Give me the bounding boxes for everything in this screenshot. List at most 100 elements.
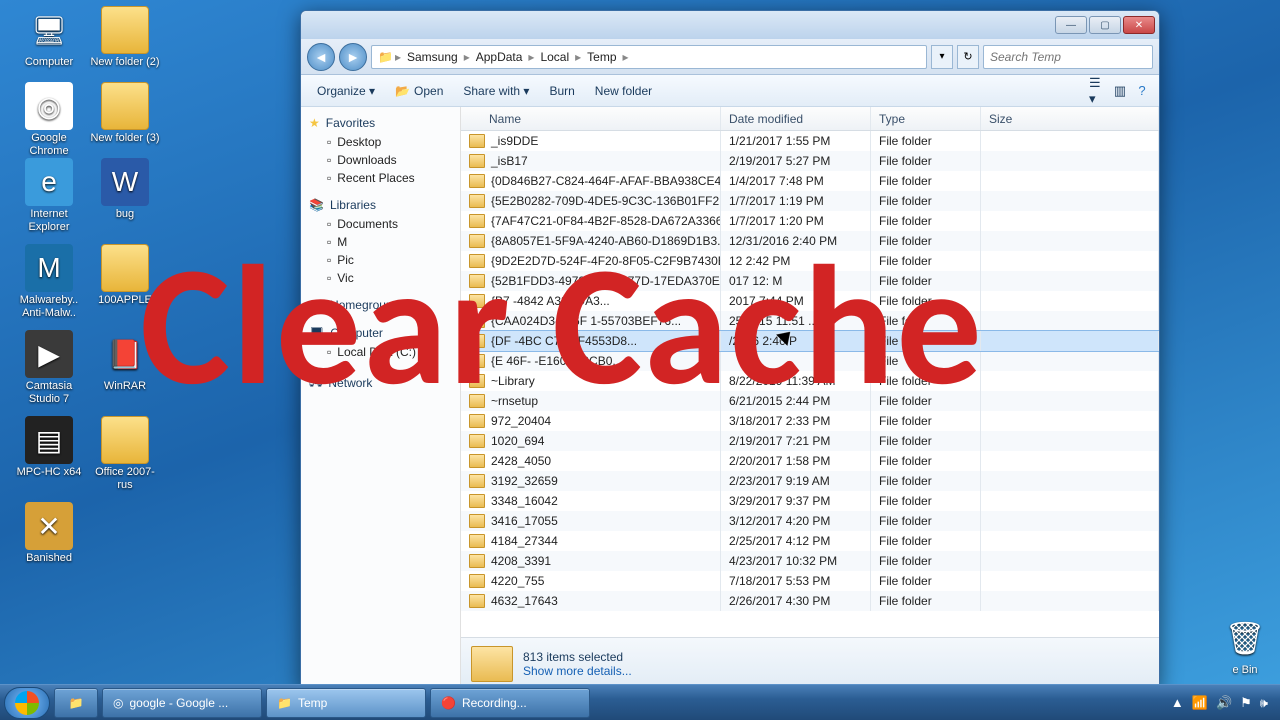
forward-button[interactable]: ► (339, 43, 367, 71)
search-input[interactable] (983, 45, 1153, 69)
file-row[interactable]: 3416_170553/12/2017 4:20 PMFile folder (461, 511, 1159, 531)
desktop-icon[interactable]: ▶Camtasia Studio 7 (14, 330, 84, 406)
file-row[interactable]: 1020_6942/19/2017 7:21 PMFile folder (461, 431, 1159, 451)
maximize-button[interactable]: ▢ (1089, 16, 1121, 34)
file-row[interactable]: 4632_176432/26/2017 4:30 PMFile folder (461, 591, 1159, 611)
tray-icon[interactable]: 📶 (1192, 695, 1208, 711)
network-header[interactable]: 🖧Network (301, 369, 460, 396)
breadcrumb-item[interactable]: AppData (472, 50, 527, 64)
file-row[interactable]: 4220_7557/18/2017 5:53 PMFile folder (461, 571, 1159, 591)
file-type: File folder (871, 591, 981, 611)
file-row[interactable]: {E 46F- -E160EE0CB0...File (461, 351, 1159, 371)
col-name[interactable]: Name (461, 107, 721, 130)
col-type[interactable]: Type (871, 107, 981, 130)
breadcrumb-item[interactable]: Samsung (403, 50, 462, 64)
nav-item[interactable]: ▫Pic (301, 251, 460, 269)
homegroup-header[interactable]: 👥Homegroup (301, 295, 460, 315)
computer-header[interactable]: 🖥Computer (301, 323, 460, 343)
breadcrumb-item[interactable]: Temp (583, 50, 620, 64)
file-row[interactable]: 972_204043/18/2017 2:33 PMFile folder (461, 411, 1159, 431)
preview-pane-icon[interactable]: ▥ (1111, 82, 1129, 100)
nav-item[interactable]: ▫Downloads (301, 151, 460, 169)
back-button[interactable]: ◄ (307, 43, 335, 71)
nav-item[interactable]: ▫Local Disk (C:) (301, 343, 460, 361)
desktop-icon[interactable]: ◎Google Chrome (14, 82, 84, 158)
nav-item[interactable]: ▫Desktop (301, 133, 460, 151)
taskbar-item[interactable]: 🔴Recording... (430, 688, 590, 718)
open-button[interactable]: 📂Open (387, 81, 451, 101)
file-row[interactable]: {8A8057E1-5F9A-4240-AB60-D1869D1B3...12/… (461, 231, 1159, 251)
file-type: File folder (871, 511, 981, 531)
taskbar: 📁 ◎google - Google ...📁Temp🔴Recording...… (0, 684, 1280, 720)
file-row[interactable]: {DF -4BC C7-00F4553D8.../2016 2:46 PFile… (461, 331, 1159, 351)
view-options-icon[interactable]: ☰ ▾ (1089, 82, 1107, 100)
organize-button[interactable]: Organize ▾ (309, 81, 383, 101)
taskbar-item[interactable]: ◎google - Google ... (102, 688, 262, 718)
newfolder-button[interactable]: New folder (587, 81, 660, 101)
file-row[interactable]: _is9DDE1/21/2017 1:55 PMFile folder (461, 131, 1159, 151)
file-row[interactable]: _isB172/19/2017 5:27 PMFile folder (461, 151, 1159, 171)
recycle-bin[interactable]: 🗑e Bin (1210, 614, 1280, 677)
file-type: File folder (871, 571, 981, 591)
file-row[interactable]: {B7 -4842 A38DDA3...2017 7:44 PMFile fol… (461, 291, 1159, 311)
share-button[interactable]: Share with ▾ (455, 81, 537, 101)
desktop-icon[interactable]: Wbug (90, 158, 160, 221)
desktop-icon[interactable]: New folder (3) (90, 82, 160, 145)
tray-icon[interactable]: 🕪 (1260, 695, 1268, 711)
close-button[interactable]: ✕ (1123, 16, 1155, 34)
folder-icon (469, 414, 485, 428)
breadcrumb-item[interactable]: Local (536, 50, 573, 64)
nav-item[interactable]: ▫Documents (301, 215, 460, 233)
file-row[interactable]: ~Library8/22/2019 11:39 AMFile folder (461, 371, 1159, 391)
tray-icon[interactable]: ▲ (1171, 695, 1184, 710)
file-date: 1/21/2017 1:55 PM (721, 131, 871, 151)
desktop-icon[interactable]: New folder (2) (90, 6, 160, 69)
file-row[interactable]: 4208_33914/23/2017 10:32 PMFile folder (461, 551, 1159, 571)
file-row[interactable]: {CAA024D3- -46F 1-55703BEF76...25/2015 1… (461, 311, 1159, 331)
tray-icon[interactable]: ⚑ (1240, 695, 1252, 711)
desktop-icon[interactable]: ▤MPC-HC x64 (14, 416, 84, 479)
file-row[interactable]: {7AF47C21-0F84-4B2F-8528-DA672A3366...1/… (461, 211, 1159, 231)
file-row[interactable]: 3192_326592/23/2017 9:19 AMFile folder (461, 471, 1159, 491)
desktop-icon[interactable]: ✕Banished (14, 502, 84, 565)
libraries-header[interactable]: 📚Libraries (301, 195, 460, 215)
desktop-icon[interactable]: MMalwareby.. Anti-Malw.. (14, 244, 84, 320)
minimize-button[interactable]: — (1055, 16, 1087, 34)
file-type: File folder (871, 191, 981, 211)
nav-item-icon: ▫ (327, 153, 331, 167)
pinned-explorer[interactable]: 📁 (54, 688, 98, 718)
file-list[interactable]: _is9DDE1/21/2017 1:55 PMFile folder_isB1… (461, 131, 1159, 637)
file-row[interactable]: ~rnsetup6/21/2015 2:44 PMFile folder (461, 391, 1159, 411)
address-bar[interactable]: 📁▸Samsung▸AppData▸Local▸Temp▸ (371, 45, 927, 69)
show-more-link[interactable]: Show more details... (523, 664, 632, 678)
file-row[interactable]: {5E2B0282-709D-4DE5-9C3C-136B01FF2F...1/… (461, 191, 1159, 211)
file-row[interactable]: 4184_273442/25/2017 4:12 PMFile folder (461, 531, 1159, 551)
file-row[interactable]: 3348_160423/29/2017 9:37 PMFile folder (461, 491, 1159, 511)
file-row[interactable]: {9D2E2D7D-524F-4F20-8F05-C2F9B7430B...12… (461, 251, 1159, 271)
desktop-icon[interactable]: 🖥Computer (14, 6, 84, 69)
desktop-icon[interactable]: 📕WinRAR (90, 330, 160, 393)
nav-item[interactable]: ▫M (301, 233, 460, 251)
nav-item[interactable]: ▫Vic (301, 269, 460, 287)
file-type: File folder (871, 291, 981, 311)
desktop-icon[interactable]: 100APPLE (90, 244, 160, 307)
tray-icon[interactable]: 🔊 (1216, 695, 1232, 711)
desktop-icon[interactable]: Office 2007-rus (90, 416, 160, 492)
help-icon[interactable]: ? (1133, 82, 1151, 100)
desktop-icon[interactable]: eInternet Explorer (14, 158, 84, 234)
start-button[interactable] (4, 687, 50, 719)
file-row[interactable]: {52B1FDD3-4978-42E0-877D-17EDA370EA...01… (461, 271, 1159, 291)
nav-item[interactable]: ▫Recent Places (301, 169, 460, 187)
col-date[interactable]: Date modified (721, 107, 871, 130)
favorites-header[interactable]: ★Favorites (301, 113, 460, 133)
address-dropdown[interactable]: ▾ (931, 45, 953, 69)
taskbar-item-icon: ◎ (113, 696, 123, 710)
col-size[interactable]: Size (981, 107, 1159, 130)
icon-label: Office 2007-rus (90, 466, 160, 492)
folder-icon (469, 374, 485, 388)
file-row[interactable]: {0D846B27-C824-464F-AFAF-BBA938CE4...1/4… (461, 171, 1159, 191)
file-row[interactable]: 2428_40502/20/2017 1:58 PMFile folder (461, 451, 1159, 471)
taskbar-item[interactable]: 📁Temp (266, 688, 426, 718)
refresh-button[interactable]: ↻ (957, 45, 979, 69)
burn-button[interactable]: Burn (541, 81, 582, 101)
